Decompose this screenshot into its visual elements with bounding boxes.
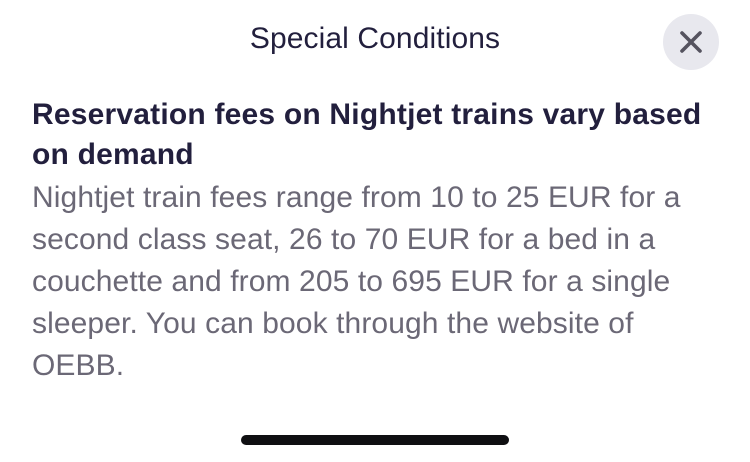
condition-heading: Reservation fees on Nightjet trains vary… [32,98,702,171]
condition-description: Nightjet train fees range from 10 to 25 … [32,181,681,382]
close-icon [680,31,702,53]
sheet-header: Special Conditions [0,14,750,70]
close-button[interactable] [663,14,719,70]
home-indicator[interactable] [241,435,509,445]
conditions-content: Reservation fees on Nightjet trains vary… [32,95,722,387]
special-conditions-sheet: Special Conditions Reservation fees on N… [0,0,750,462]
sheet-title: Special Conditions [249,22,501,55]
